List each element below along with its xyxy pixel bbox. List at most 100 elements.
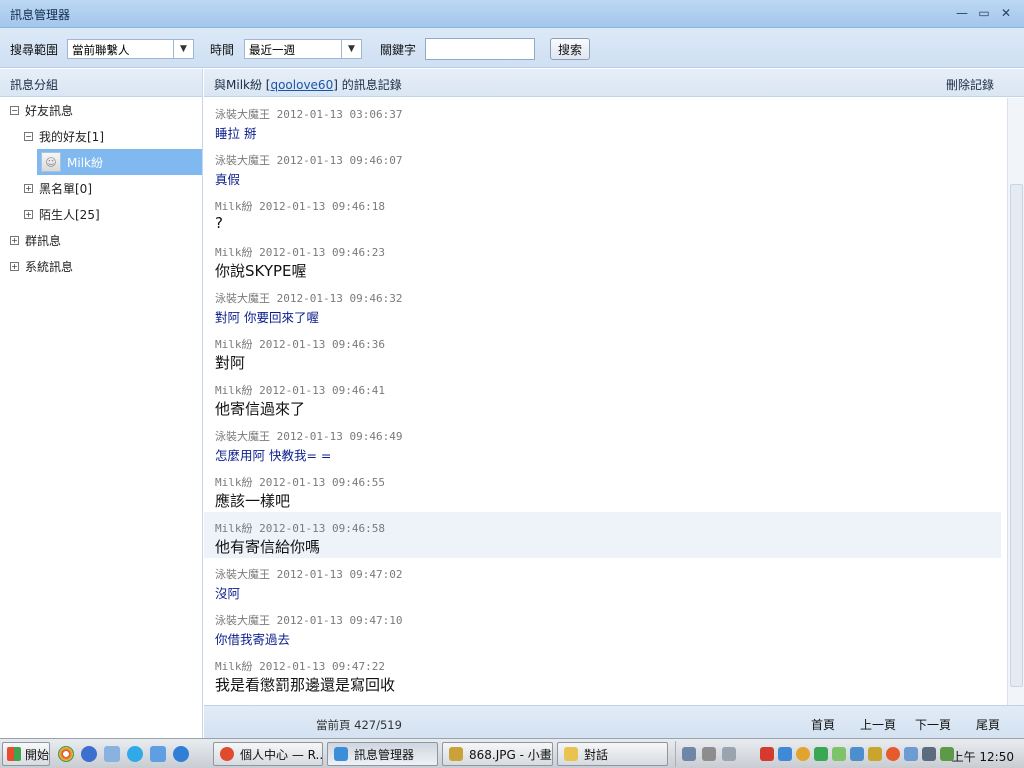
tree-item-my-friends[interactable]: − 我的好友[1] (24, 125, 104, 147)
time-value: 最近一週 (249, 43, 295, 57)
tree-item-blacklist[interactable]: + 黑名單[0] (24, 177, 92, 199)
minimize-icon[interactable]: — (954, 5, 970, 21)
expand-icon[interactable]: + (10, 235, 19, 245)
keyword-input[interactable] (425, 38, 535, 60)
next-page-link[interactable]: 下一頁 (915, 716, 951, 733)
tree-item-label: 我的好友[1] (39, 129, 104, 144)
tray-browser-icon[interactable] (886, 747, 900, 761)
tree-item-label: 好友訊息 (25, 103, 74, 118)
sidebar-header: 訊息分組 (0, 69, 202, 97)
conversation-title-prefix: 與Milk紛 [ (214, 78, 271, 92)
media-player-icon[interactable] (81, 746, 97, 762)
message-text: 你說SKYPE喔 (215, 262, 307, 280)
tray-update-icon[interactable] (904, 747, 918, 761)
message-panel: 與Milk紛 [qoolove60] 的訊息記錄 刪除記錄 泳裝大魔王 2012… (204, 69, 1024, 738)
expand-icon[interactable]: + (24, 183, 33, 193)
contact-id-link[interactable]: qoolove60 (270, 78, 333, 92)
message-meta: Milk紛 2012-01-13 09:46:58 (215, 522, 385, 535)
message-text: 應該一樣吧 (215, 492, 291, 510)
close-icon[interactable]: ✕ (998, 5, 1014, 21)
tree-item-label: 系統訊息 (25, 259, 74, 274)
tray-app-icon[interactable] (682, 747, 696, 761)
time-label: 時間 (210, 43, 235, 57)
tray-qq-icon[interactable] (796, 747, 810, 761)
chevron-down-icon[interactable]: ▼ (341, 40, 361, 58)
message-text: 你借我寄過去 (215, 632, 291, 647)
message-meta: 泳裝大魔王 2012-01-13 09:47:10 (215, 614, 403, 627)
task-label: 對話 (584, 747, 609, 762)
taskbar: 開始 個人中心 — R... 訊息管理器 868.JPG - 小畫... 對話 (0, 738, 1024, 768)
tray-volume-icon[interactable] (850, 747, 864, 761)
search-toolbar: 搜尋範圍 當前聯繫人 ▼ 時間 最近一週 ▼ 關鍵字 搜索 (0, 28, 1024, 68)
explorer-icon[interactable] (104, 746, 120, 762)
system-tray: 上午 12:50 (675, 741, 1022, 767)
message-manager-window: 訊息管理器 — ▭ ✕ 搜尋範圍 當前聯繫人 ▼ 時間 最近一週 ▼ 關鍵字 搜… (0, 0, 1024, 738)
tree-item-system-messages[interactable]: + 系統訊息 (10, 255, 73, 277)
task-folder[interactable]: 對話 (557, 742, 668, 766)
windows-logo-icon (7, 747, 21, 761)
message-item: 泳裝大魔王 2012-01-13 09:47:02 沒阿 (204, 558, 1001, 604)
tray-misc-icon[interactable] (922, 747, 936, 761)
chrome-quicklaunch-icon[interactable] (58, 746, 74, 762)
collapse-icon[interactable]: − (24, 131, 33, 141)
window-title: 訊息管理器 (10, 8, 71, 22)
messenger-icon[interactable] (150, 746, 166, 762)
message-text: 怎麼用阿 快教我= = (215, 448, 332, 463)
message-item: 泳裝大魔王 2012-01-13 03:06:37 睡拉 掰 (204, 98, 1001, 144)
tray-network-icon[interactable] (702, 747, 716, 761)
last-page-link[interactable]: 尾頁 (976, 716, 1000, 733)
messenger-icon (334, 747, 348, 761)
scrollbar-thumb[interactable] (1010, 184, 1023, 687)
tray-display-icon[interactable] (868, 747, 882, 761)
message-text: 沒阿 (215, 586, 241, 601)
skype-icon[interactable] (127, 746, 143, 762)
task-chrome[interactable]: 個人中心 — R... (213, 742, 323, 766)
tray-sync-icon[interactable] (832, 747, 846, 761)
message-meta: Milk紛 2012-01-13 09:46:18 (215, 200, 385, 213)
message-item: Milk紛 2012-01-13 09:46:55 應該一樣吧 (204, 466, 1001, 512)
chrome-icon (220, 747, 234, 761)
tray-antivirus-icon[interactable] (760, 747, 774, 761)
message-text: 他有寄信給你嗎 (215, 538, 321, 556)
message-meta: 泳裝大魔王 2012-01-13 09:46:32 (215, 292, 403, 305)
message-item: Milk紛 2012-01-13 09:46:36 對阿 (204, 328, 1001, 374)
scope-value: 當前聯繫人 (72, 43, 130, 57)
message-item: 泳裝大魔王 2012-01-13 09:46:07 真假 (204, 144, 1001, 190)
restore-icon[interactable]: ▭ (976, 5, 992, 21)
tree-item-friend-messages[interactable]: − 好友訊息 (10, 99, 73, 121)
delete-history-button[interactable]: 刪除記錄 (946, 76, 994, 93)
tray-messenger-icon[interactable] (778, 747, 792, 761)
chevron-down-icon[interactable]: ▼ (173, 40, 193, 58)
vertical-scrollbar[interactable] (1007, 98, 1024, 705)
start-button[interactable]: 開始 (2, 742, 50, 766)
conversation-title-suffix: ] 的訊息記錄 (333, 78, 402, 92)
message-meta: 泳裝大魔王 2012-01-13 09:47:02 (215, 568, 403, 581)
message-meta: 泳裝大魔王 2012-01-13 03:06:37 (215, 108, 403, 121)
time-select[interactable]: 最近一週 ▼ (244, 39, 362, 59)
keyword-label: 關鍵字 (380, 43, 417, 57)
task-message-manager[interactable]: 訊息管理器 (327, 742, 438, 766)
expand-icon[interactable]: + (10, 261, 19, 271)
task-paint[interactable]: 868.JPG - 小畫... (442, 742, 553, 766)
first-page-link[interactable]: 首頁 (811, 716, 835, 733)
prev-page-link[interactable]: 上一頁 (860, 716, 896, 733)
tree-item-label: Milk紛 (67, 155, 103, 170)
tray-tool-icon[interactable] (722, 747, 736, 761)
task-label: 868.JPG - 小畫... (469, 747, 552, 762)
avatar-icon: ☺ (41, 152, 61, 172)
conversation-header: 與Milk紛 [qoolove60] 的訊息記錄 刪除記錄 (204, 69, 1024, 97)
message-text: ? (215, 214, 223, 232)
message-item: Milk紛 2012-01-13 09:46:23 你說SKYPE喔 (204, 236, 1001, 282)
tree-item-label: 黑名單[0] (39, 181, 92, 196)
tree-item-group-messages[interactable]: + 群訊息 (10, 229, 61, 251)
task-label: 個人中心 — R... (240, 747, 323, 762)
scope-select[interactable]: 當前聯繫人 ▼ (67, 39, 194, 59)
expand-icon[interactable]: + (24, 209, 33, 219)
collapse-icon[interactable]: − (10, 105, 19, 115)
tray-check-icon[interactable] (814, 747, 828, 761)
tree-item-strangers[interactable]: + 陌生人[25] (24, 203, 100, 225)
ie-icon[interactable] (173, 746, 189, 762)
message-text: 對阿 (215, 354, 246, 372)
search-button[interactable]: 搜索 (550, 38, 590, 60)
tree-item-contact-milk[interactable]: ☺ Milk紛 (41, 151, 103, 173)
